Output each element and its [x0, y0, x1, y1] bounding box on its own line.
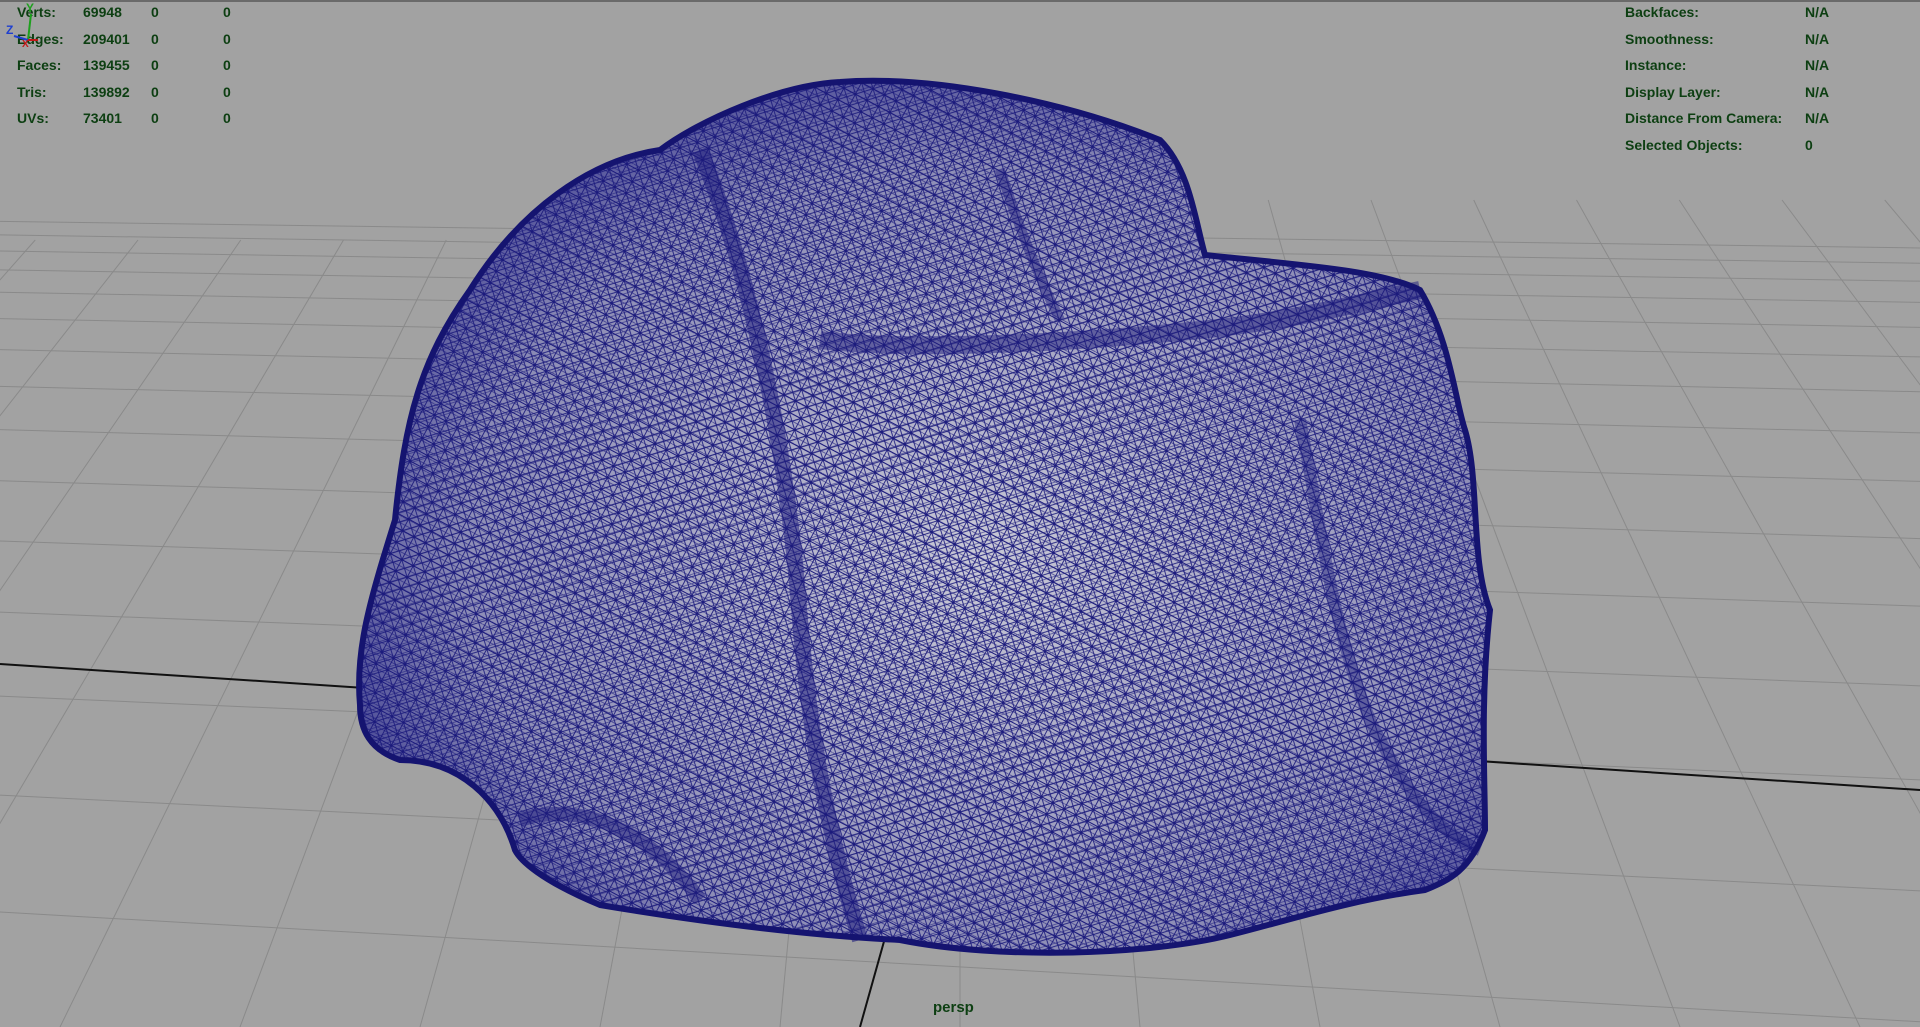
verts-component: 0 — [223, 4, 231, 20]
uvs-selected: 0 — [151, 110, 159, 126]
faces-total: 139455 — [83, 57, 130, 73]
rock-mesh-wireframe[interactable] — [356, 77, 1494, 956]
grid-line — [0, 239, 242, 592]
object-details-hud: Backfaces: N/A Smoothness: N/A Instance:… — [1625, 0, 1829, 158]
grid-line — [0, 239, 344, 825]
grid-line — [1884, 199, 1920, 243]
object-detail-row: Display Layer: N/A — [1625, 79, 1829, 106]
tris-total: 139892 — [83, 83, 130, 100]
selected-objects-value: 0 — [1805, 136, 1813, 153]
smoothness-label: Smoothness: — [1625, 30, 1714, 47]
object-detail-row: Instance: N/A — [1625, 52, 1829, 79]
camera-name-label: persp — [933, 999, 974, 1016]
faces-component: 0 — [223, 57, 231, 73]
poly-count-row: Tris: 139892 0 0 — [17, 79, 231, 106]
distance-from-camera-label: Distance From Camera: — [1625, 110, 1783, 126]
instance-label: Instance: — [1625, 57, 1687, 73]
axis-x-label: X — [22, 39, 29, 50]
backfaces-label: Backfaces: — [1625, 4, 1699, 20]
axis-z-label: Z — [6, 23, 13, 37]
faces-selected: 0 — [151, 57, 159, 73]
verts-selected: 0 — [151, 4, 159, 20]
perspective-viewport[interactable]: Verts: 69948 0 0 Edges: 209401 0 0 Faces… — [0, 0, 1920, 1027]
verts-total: 69948 — [83, 4, 122, 20]
grid-line — [1781, 199, 1920, 386]
grid-line — [0, 239, 36, 281]
smoothness-value: N/A — [1805, 30, 1830, 47]
display-layer-label: Display Layer: — [1625, 83, 1721, 100]
edges-component: 0 — [223, 30, 231, 47]
object-detail-row: Distance From Camera: N/A — [1625, 105, 1829, 132]
poly-count-row: Faces: 139455 0 0 — [17, 52, 231, 79]
axis-y-label: Y — [26, 1, 34, 15]
tris-selected: 0 — [151, 83, 159, 100]
grid-line — [1473, 199, 1861, 1027]
uvs-component: 0 — [223, 110, 231, 126]
uvs-label: UVs: — [17, 110, 49, 126]
edges-total: 209401 — [83, 30, 130, 47]
object-detail-row: Backfaces: N/A — [1625, 0, 1829, 26]
faces-label: Faces: — [17, 57, 62, 73]
selected-objects-label: Selected Objects: — [1625, 136, 1743, 153]
tris-label: Tris: — [17, 83, 47, 100]
grid-line — [0, 239, 139, 417]
backfaces-value: N/A — [1805, 4, 1830, 20]
edges-selected: 0 — [151, 30, 159, 47]
instance-value: N/A — [1805, 57, 1830, 73]
object-detail-row: Selected Objects: 0 — [1625, 132, 1829, 159]
display-layer-value: N/A — [1805, 83, 1830, 100]
poly-count-row: UVs: 73401 0 0 — [17, 105, 231, 132]
tris-component: 0 — [223, 83, 231, 100]
object-detail-row: Smoothness: N/A — [1625, 26, 1829, 53]
uvs-total: 73401 — [83, 110, 122, 126]
view-axis-gizmo-icon: Y Z X — [6, 1, 38, 50]
distance-from-camera-value: N/A — [1805, 110, 1830, 126]
